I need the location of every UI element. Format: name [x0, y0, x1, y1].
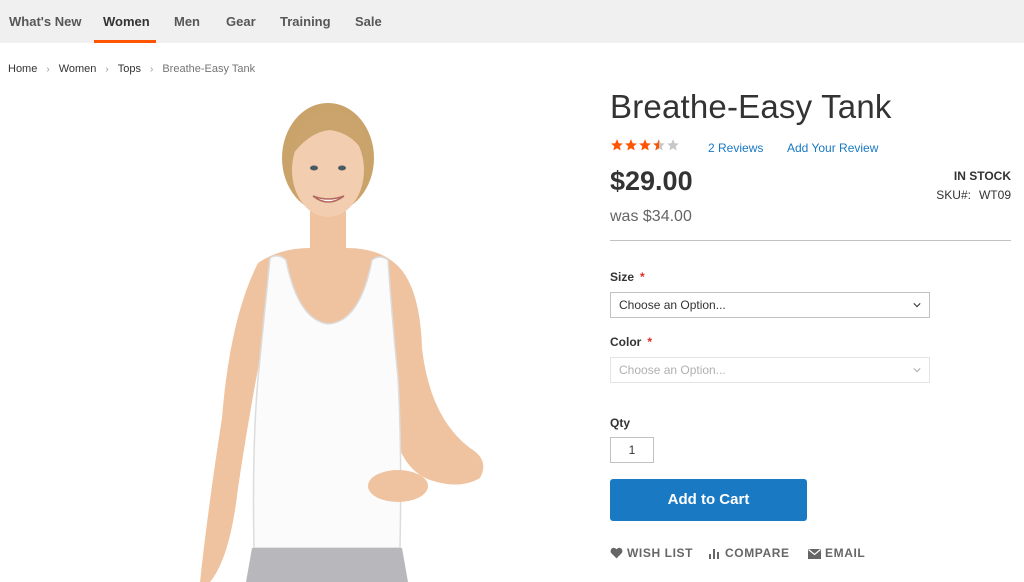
bar-chart-icon [709, 549, 719, 559]
nav-item-women[interactable]: Women [103, 0, 150, 43]
breadcrumb-tops[interactable]: Tops [118, 63, 141, 75]
product-image[interactable] [130, 88, 520, 582]
divider [610, 240, 1011, 241]
star-icon [625, 139, 637, 151]
breadcrumb-home[interactable]: Home [8, 63, 37, 75]
wish-list-label: WISH LIST [627, 546, 694, 560]
color-label: Color * [610, 335, 652, 349]
breadcrumb: Home › Women › Tops › Breathe-Easy Tank [8, 63, 255, 75]
chevron-down-icon [913, 303, 921, 308]
nav-item-gear[interactable]: Gear [226, 0, 256, 43]
add-to-cart-button[interactable]: Add to Cart [610, 479, 807, 521]
nav-item-sale[interactable]: Sale [355, 0, 382, 43]
envelope-icon [808, 549, 821, 559]
color-label-text: Color [610, 335, 642, 349]
chevron-right-icon: › [105, 64, 109, 75]
active-nav-indicator [94, 40, 156, 43]
size-label: Size * [610, 270, 645, 284]
product-photo-icon [130, 88, 520, 582]
sku: SKU#: WT09 [936, 188, 1011, 202]
breadcrumb-current: Breathe-Easy Tank [162, 63, 256, 75]
sku-value: WT09 [978, 188, 1011, 202]
email-button[interactable]: EMAIL [808, 546, 865, 560]
breadcrumb-women[interactable]: Women [59, 63, 97, 75]
nav-item-training[interactable]: Training [280, 0, 331, 43]
product-price: $29.00 [610, 166, 693, 196]
size-select-value: Choose an Option... [619, 298, 726, 312]
old-price: was $34.00 [610, 208, 692, 225]
required-mark: * [640, 270, 645, 284]
add-review-link[interactable]: Add Your Review [787, 141, 878, 155]
nav-item-whats-new[interactable]: What's New [9, 0, 81, 43]
email-label: EMAIL [825, 546, 866, 560]
product-title: Breathe-Easy Tank [610, 88, 892, 125]
star-icon [639, 139, 651, 151]
heart-icon [610, 547, 623, 559]
compare-button[interactable]: COMPARE [709, 546, 790, 560]
qty-input[interactable]: 1 [610, 437, 654, 463]
wish-list-button[interactable]: WISH LIST [610, 546, 693, 560]
stock-status: IN STOCK [953, 169, 1011, 183]
reviews-link[interactable]: 2 Reviews [708, 141, 763, 155]
required-mark: * [647, 335, 653, 349]
qty-label: Qty [610, 416, 631, 430]
size-select[interactable]: Choose an Option... [610, 292, 930, 318]
chevron-right-icon: › [149, 64, 154, 75]
nav-item-men[interactable]: Men [174, 0, 200, 43]
top-navigation: What's New Women Men Gear Training Sale [0, 0, 1024, 43]
half-star-icon [653, 139, 665, 151]
compare-label: COMPARE [725, 546, 790, 560]
chevron-right-icon: › [46, 64, 50, 75]
empty-star-icon [667, 139, 679, 151]
size-label-text: Size [610, 270, 635, 284]
color-select-value: Choose an Option... [619, 363, 726, 377]
star-icon [611, 139, 623, 151]
sku-label: SKU#: [936, 188, 971, 202]
color-select[interactable]: Choose an Option... [610, 357, 930, 383]
chevron-down-icon [913, 368, 921, 373]
